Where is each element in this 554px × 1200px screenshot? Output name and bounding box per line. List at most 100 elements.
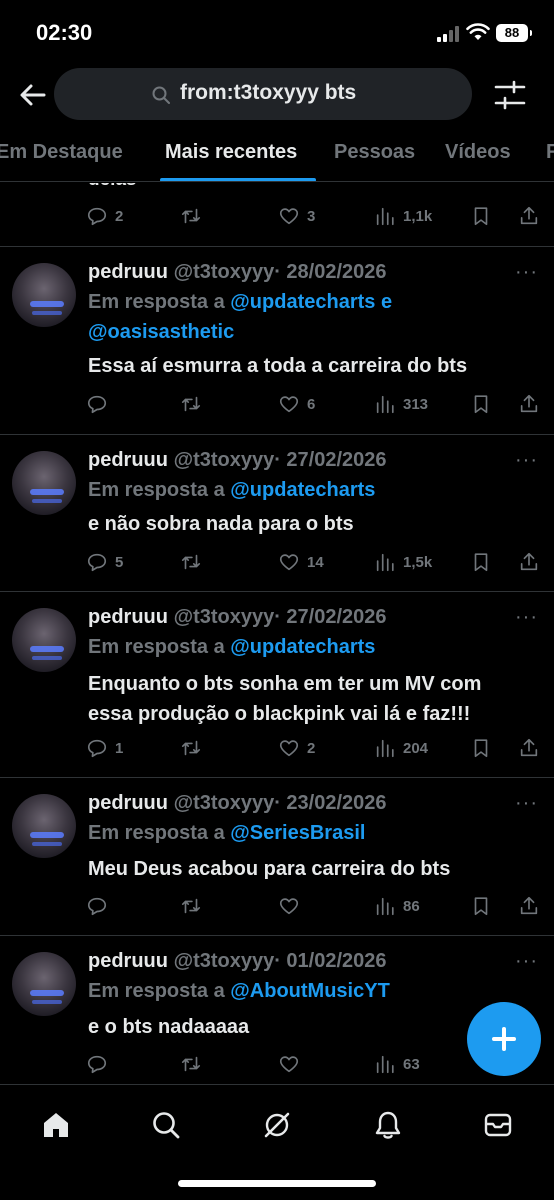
retweet-button[interactable] <box>180 391 202 417</box>
reply-button[interactable]: 5 <box>86 549 123 575</box>
username: @t3toxyyy <box>173 606 275 628</box>
messages-icon[interactable] <box>482 1109 514 1141</box>
reply-context: Em resposta a @updatecharts <box>88 636 376 658</box>
tweet-text: Meu Deus acabou para carreira do bts <box>88 858 451 880</box>
reply-button[interactable] <box>86 1051 108 1077</box>
bookmark-icon <box>474 553 488 572</box>
mention-link[interactable]: @oasisasthetic <box>88 321 234 343</box>
views-button[interactable]: 86 <box>374 893 420 919</box>
bookmark-button[interactable] <box>470 735 492 761</box>
tweet-actions: 86 <box>86 893 542 919</box>
mention-link[interactable]: @SeriesBrasil <box>230 822 365 844</box>
more-options-icon[interactable]: ··· <box>515 792 538 815</box>
avatar[interactable] <box>12 794 76 858</box>
retweet-button[interactable] <box>180 1051 202 1077</box>
views-icon <box>376 553 394 572</box>
notifications-icon[interactable] <box>372 1109 404 1141</box>
tweet[interactable]: pedruuu @t3toxyyy· 28/02/2026 ··· Em res… <box>0 247 554 435</box>
tweet[interactable]: pedruuu @t3toxyyy· 01/02/2026 ··· Em res… <box>0 936 554 1096</box>
tab-videos[interactable]: Vídeos <box>445 141 511 164</box>
tweet[interactable]: pedruuu @t3toxyyy· 27/02/2026 ··· Em res… <box>0 435 554 592</box>
share-button[interactable] <box>518 549 540 575</box>
display-name[interactable]: pedruuu <box>88 792 168 814</box>
views-button[interactable]: 313 <box>374 391 428 417</box>
wifi-icon <box>466 23 490 40</box>
mention-link[interactable]: @updatecharts <box>230 636 375 658</box>
tab-mais-recentes[interactable]: Mais recentes <box>165 141 297 164</box>
views-button[interactable]: 1,5k <box>374 549 432 575</box>
mention-link[interactable]: @AboutMusicYT <box>230 980 390 1002</box>
bookmark-button[interactable] <box>470 391 492 417</box>
home-icon[interactable] <box>40 1109 72 1141</box>
avatar[interactable] <box>12 263 76 327</box>
retweet-icon <box>181 208 201 224</box>
views-button[interactable]: 63 <box>374 1051 420 1077</box>
like-button[interactable] <box>278 893 300 919</box>
tweet-actions: 63 <box>86 1051 446 1077</box>
search-input[interactable]: from:t3toxyyy bts <box>54 68 472 120</box>
views-icon <box>376 1055 394 1074</box>
more-options-icon[interactable]: ··· <box>515 261 538 284</box>
search-icon <box>152 86 170 104</box>
reply-button[interactable]: 2 <box>86 203 123 229</box>
explore-icon[interactable] <box>150 1109 182 1141</box>
tweet-partial[interactable]: delas 2 3 1,1k <box>0 183 554 247</box>
share-button[interactable] <box>518 391 540 417</box>
tweet[interactable]: pedruuu @t3toxyyy· 27/02/2026 ··· Em res… <box>0 592 554 778</box>
reply-icon <box>87 553 107 572</box>
views-icon <box>376 739 394 758</box>
retweet-button[interactable] <box>180 203 202 229</box>
bookmark-button[interactable] <box>470 893 492 919</box>
tab-more[interactable]: F <box>546 141 554 164</box>
like-button[interactable]: 3 <box>278 203 315 229</box>
grok-icon[interactable] <box>261 1109 293 1141</box>
more-options-icon[interactable]: ··· <box>515 449 538 472</box>
views-button[interactable]: 1,1k <box>374 203 432 229</box>
like-button[interactable]: 2 <box>278 735 315 761</box>
display-name[interactable]: pedruuu <box>88 261 168 283</box>
like-icon <box>279 554 299 571</box>
filter-sliders-icon[interactable] <box>492 78 528 112</box>
retweet-button[interactable] <box>180 893 202 919</box>
bookmark-button[interactable] <box>470 203 492 229</box>
reply-button[interactable] <box>86 893 108 919</box>
more-options-icon[interactable]: ··· <box>515 606 538 629</box>
tweet-date: · 27/02/2026 <box>274 449 387 471</box>
display-name[interactable]: pedruuu <box>88 449 168 471</box>
username: @t3toxyyy <box>173 261 275 283</box>
views-button[interactable]: 204 <box>374 735 428 761</box>
display-name[interactable]: pedruuu <box>88 950 168 972</box>
compose-plus-icon[interactable] <box>467 1002 541 1076</box>
tab-pessoas[interactable]: Pessoas <box>334 141 415 164</box>
display-name[interactable]: pedruuu <box>88 606 168 628</box>
avatar[interactable] <box>12 608 76 672</box>
like-button[interactable]: 14 <box>278 549 324 575</box>
like-button[interactable]: 6 <box>278 391 315 417</box>
like-icon <box>279 208 299 225</box>
views-icon <box>376 395 394 414</box>
tweet-header: pedruuu @t3toxyyy· 28/02/2026 <box>88 261 387 284</box>
username: @t3toxyyy <box>173 449 275 471</box>
mention-link[interactable]: @updatecharts <box>230 291 375 313</box>
mention-link[interactable]: @updatecharts <box>230 479 375 501</box>
bookmark-button[interactable] <box>470 549 492 575</box>
tweet[interactable]: pedruuu @t3toxyyy· 23/02/2026 ··· Em res… <box>0 778 554 936</box>
bookmark-icon <box>474 897 488 916</box>
back-arrow-icon[interactable] <box>18 80 48 110</box>
retweet-button[interactable] <box>180 735 202 761</box>
share-button[interactable] <box>518 735 540 761</box>
tweet-text: e o bts nadaaaaa <box>88 1016 250 1038</box>
like-button[interactable] <box>278 1051 300 1077</box>
reply-button[interactable] <box>86 391 115 417</box>
more-options-icon[interactable]: ··· <box>515 950 538 973</box>
retweet-button[interactable] <box>180 549 202 575</box>
bookmark-icon <box>474 207 488 226</box>
tweet-header: pedruuu @t3toxyyy· 27/02/2026 <box>88 606 387 629</box>
avatar[interactable] <box>12 952 76 1016</box>
share-button[interactable] <box>518 203 540 229</box>
tab-em-destaque[interactable]: Em Destaque <box>0 141 123 164</box>
reply-button[interactable]: 1 <box>86 735 123 761</box>
avatar[interactable] <box>12 451 76 515</box>
share-button[interactable] <box>518 893 540 919</box>
battery-icon: 88 <box>496 24 532 42</box>
